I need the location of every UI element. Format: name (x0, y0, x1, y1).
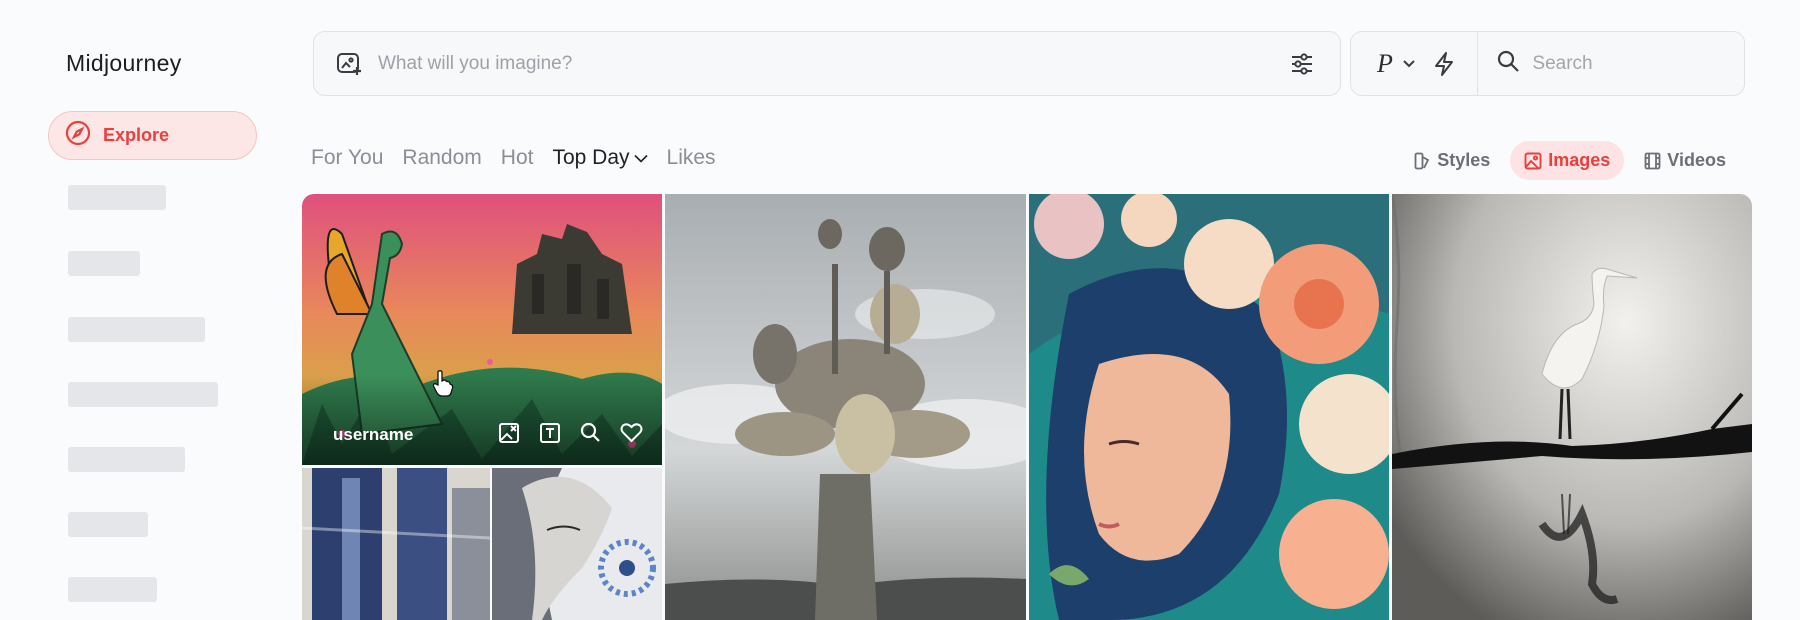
tab-top-day-label: Top Day (552, 146, 630, 169)
gallery-image-tile[interactable]: username (302, 194, 662, 465)
sidebar: Midjourney Explore (0, 0, 280, 620)
tile-actions (496, 420, 644, 445)
gallery-image (302, 468, 490, 620)
sidebar-skeleton-item (68, 382, 218, 407)
tab-top-day[interactable]: Top Day (552, 146, 648, 170)
image-gallery: username (302, 194, 1752, 620)
filter-images[interactable]: Images (1510, 141, 1625, 180)
lightning-icon[interactable] (1429, 49, 1459, 79)
compass-icon (65, 120, 91, 151)
personalize-dropdown[interactable]: P (1377, 49, 1415, 79)
app-logo[interactable]: Midjourney (66, 50, 182, 77)
tile-hover-bar: username (302, 375, 662, 465)
tile-username[interactable]: username (333, 425, 496, 445)
use-text-icon[interactable] (537, 420, 562, 445)
sidebar-skeleton-item (68, 577, 157, 602)
gallery-image-tile[interactable] (302, 468, 490, 620)
sidebar-item-label: Explore (103, 125, 170, 145)
sidebar-skeleton-item (68, 447, 185, 472)
personalize-label: P (1377, 48, 1393, 78)
sidebar-skeleton-item (68, 251, 140, 276)
sidebar-skeleton-item (68, 185, 166, 210)
gallery-image-tile[interactable] (492, 468, 662, 620)
heart-icon[interactable] (619, 420, 644, 445)
search-box (1478, 49, 1744, 78)
image-icon (1524, 152, 1542, 169)
gallery-image-tile[interactable] (1392, 194, 1752, 620)
filter-styles[interactable]: Styles (1400, 141, 1504, 180)
use-image-icon[interactable] (496, 420, 521, 445)
gallery-image-tile[interactable] (1029, 194, 1389, 620)
add-image-icon[interactable] (334, 49, 364, 79)
search-icon (1496, 49, 1520, 78)
filter-label: Videos (1667, 150, 1726, 170)
gallery-image-tile[interactable] (665, 194, 1026, 620)
gallery-image (665, 194, 1026, 620)
styles-icon (1414, 152, 1430, 169)
sidebar-skeleton-item (68, 317, 205, 342)
gallery-image (492, 468, 662, 620)
toolbar-controls: P (1350, 31, 1745, 96)
tab-likes[interactable]: Likes (667, 146, 716, 170)
prompt-bar (313, 31, 1341, 96)
settings-sliders-icon[interactable] (1282, 44, 1322, 84)
gallery-image (1029, 194, 1389, 620)
sidebar-item-explore[interactable]: Explore (48, 111, 257, 160)
media-filters: Styles Images Videos (1400, 141, 1740, 180)
chevron-down-icon (1403, 55, 1415, 73)
prompt-input[interactable] (378, 52, 1282, 75)
feed-tabs: For You Random Hot Top Day Likes (311, 146, 716, 170)
pointer-cursor-icon (432, 370, 454, 397)
film-icon (1644, 152, 1661, 169)
filter-videos[interactable]: Videos (1630, 141, 1740, 180)
search-icon[interactable] (578, 420, 603, 445)
chevron-down-icon (633, 154, 648, 163)
tab-random[interactable]: Random (402, 146, 481, 170)
gallery-image (1392, 194, 1752, 620)
tab-for-you[interactable]: For You (311, 146, 383, 170)
filter-label: Images (1548, 150, 1611, 170)
search-input[interactable] (1532, 52, 1713, 75)
filter-label: Styles (1437, 150, 1491, 170)
sidebar-skeleton-item (68, 512, 148, 537)
tab-hot[interactable]: Hot (501, 146, 534, 170)
